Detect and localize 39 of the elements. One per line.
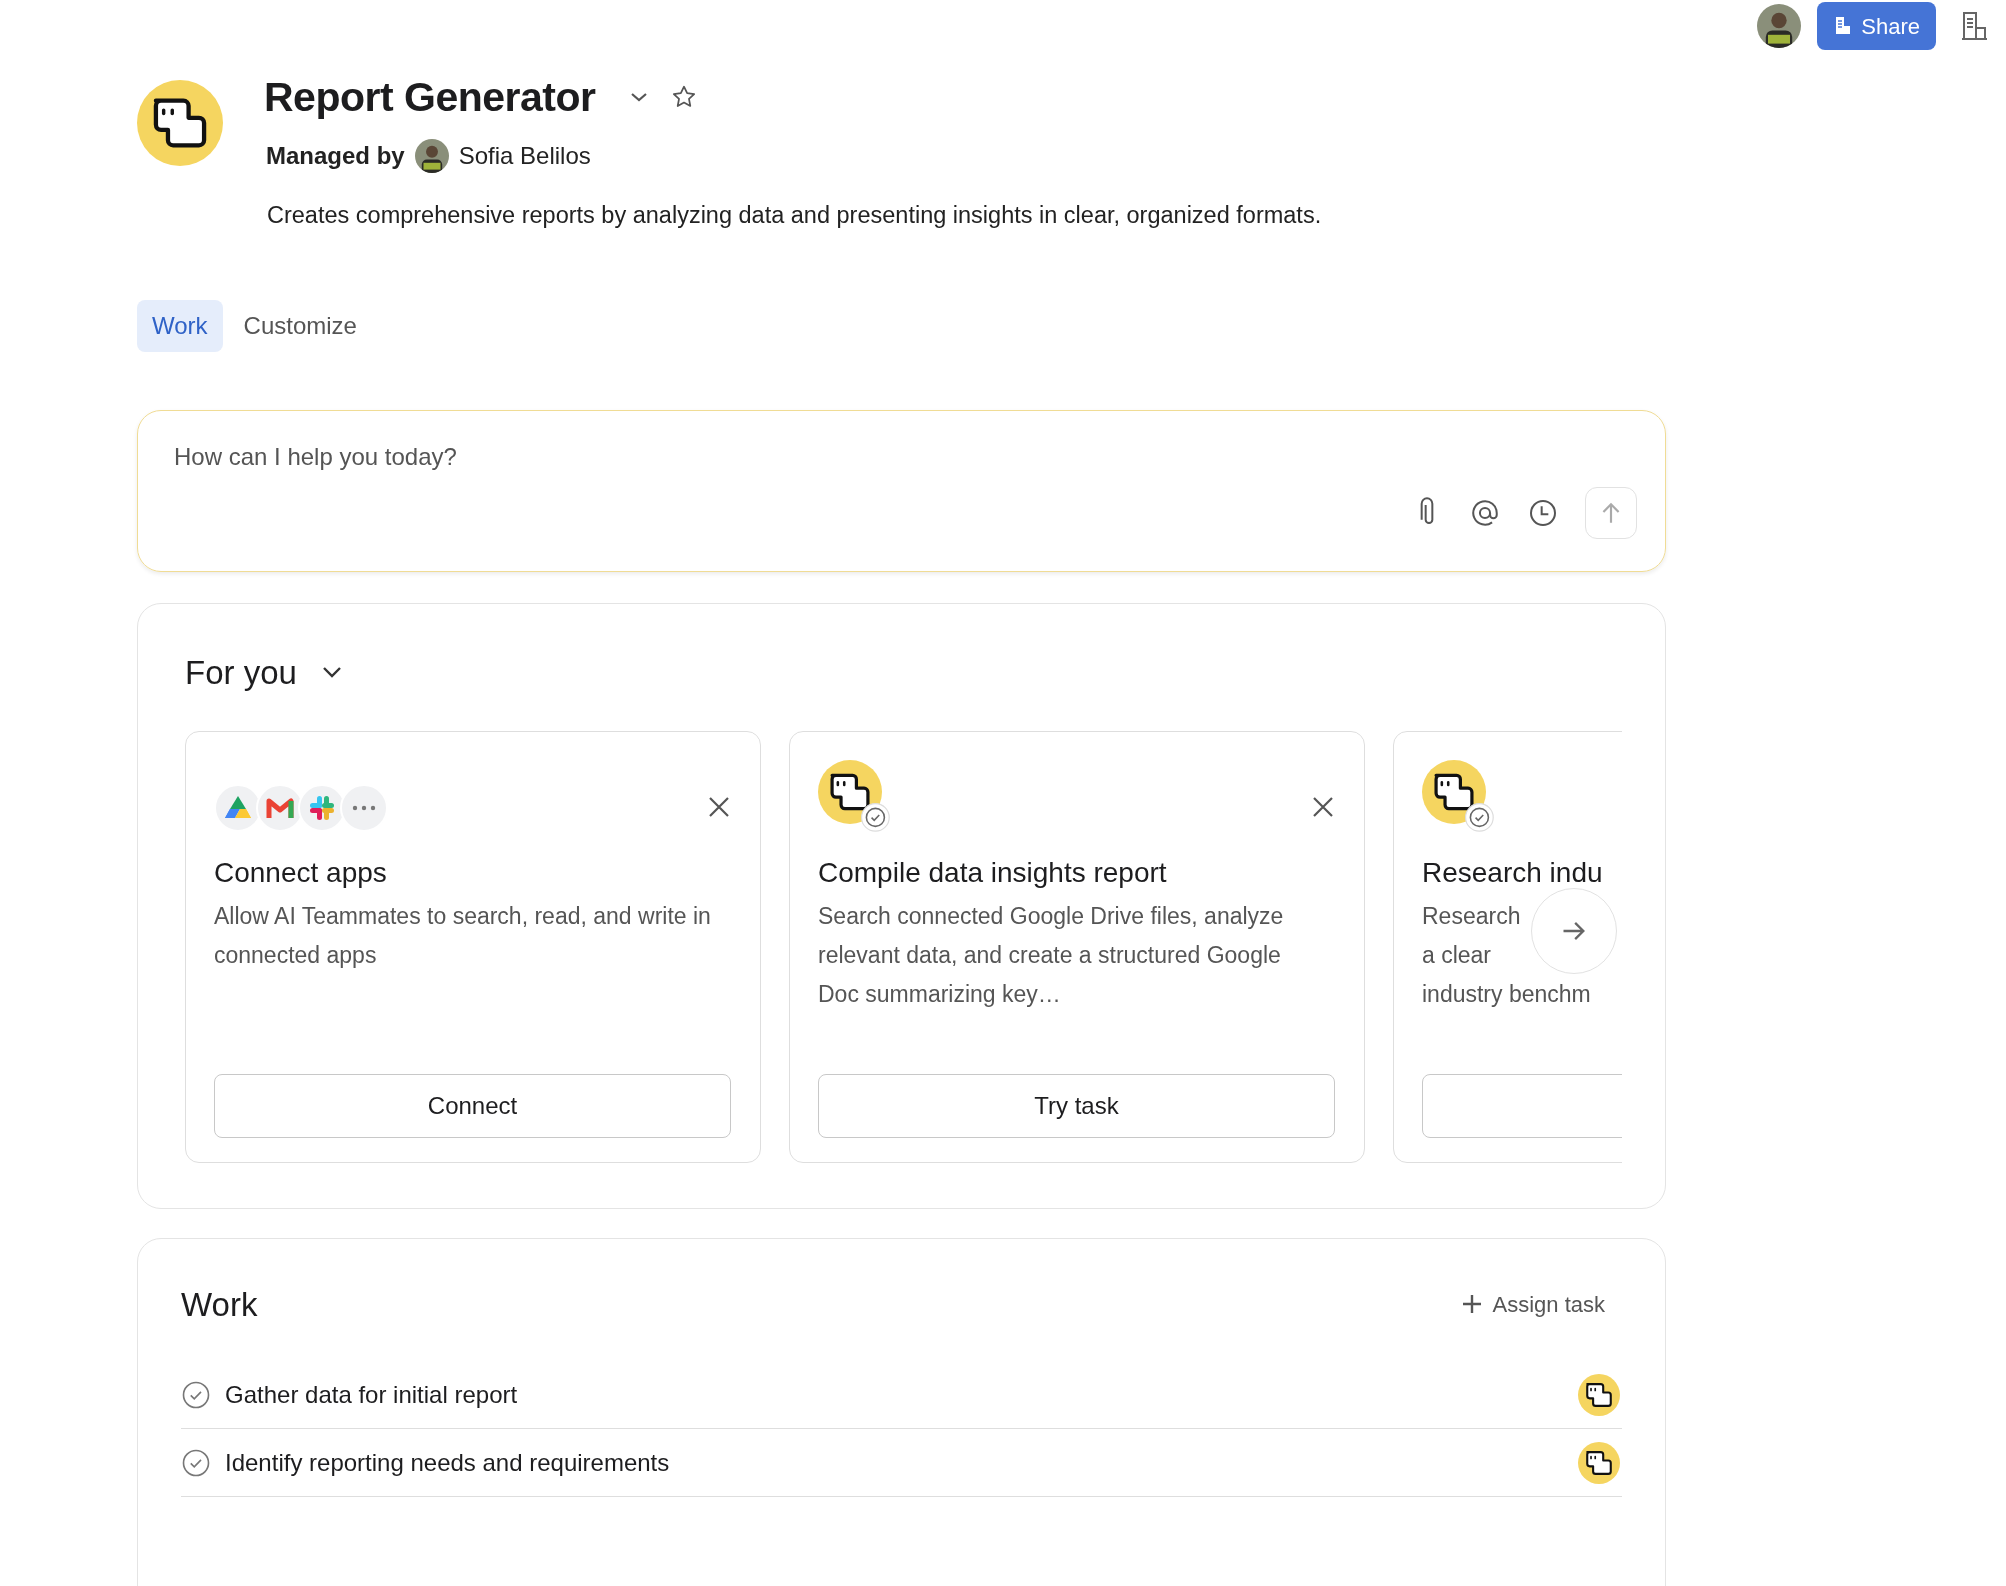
close-icon[interactable] bbox=[708, 796, 730, 819]
card-description-line: Research bbox=[1422, 902, 1521, 932]
check-circle-icon[interactable] bbox=[181, 1379, 211, 1410]
card-description-line: industry benchm bbox=[1422, 980, 1591, 1010]
avatar bbox=[1757, 4, 1802, 48]
tab[interactable]: Work bbox=[137, 300, 223, 353]
prompt-field[interactable]: How can I help you today? bbox=[174, 439, 1629, 476]
manager-name: Sofia Belilos bbox=[458, 141, 591, 171]
avatar bbox=[414, 139, 449, 173]
tab[interactable]: Customize bbox=[228, 300, 372, 353]
card-action-button[interactable]: Try task bbox=[818, 1074, 1335, 1139]
managed-by-label: Managed by bbox=[266, 141, 405, 171]
agent-avatar-icon bbox=[1578, 1373, 1620, 1416]
star-icon[interactable] bbox=[671, 84, 698, 110]
prompt-box[interactable]: How can I help you today? bbox=[137, 410, 1666, 573]
section-title: Work bbox=[181, 1284, 258, 1325]
agent-description: Creates comprehensive reports by analyzing data and presenting insights in clear, organized formats. bbox=[267, 201, 1322, 230]
agent-avatar-icon bbox=[818, 760, 890, 832]
close-icon[interactable] bbox=[1312, 796, 1334, 819]
card-action-button[interactable]: Connect bbox=[214, 1074, 731, 1139]
card-title: Research indu bbox=[1422, 856, 1604, 891]
task-title: Identify reporting needs and requirements bbox=[225, 1447, 670, 1478]
plus-icon bbox=[1460, 1293, 1483, 1316]
agent-avatar-icon bbox=[137, 80, 223, 166]
card-description: Search connected Google Drive files, analyze relevant data, and create a structured Google Doc summarizing key… bbox=[818, 902, 1285, 1010]
building-icon[interactable] bbox=[1960, 11, 1990, 41]
chevron-down-icon[interactable] bbox=[320, 665, 343, 680]
share-button[interactable]: Share bbox=[1817, 2, 1936, 50]
card-title: Compile data insights report bbox=[818, 856, 1168, 891]
task-title: Gather data for initial report bbox=[225, 1379, 518, 1410]
section-title: For you bbox=[185, 652, 297, 693]
card-title: Connect apps bbox=[214, 856, 388, 891]
assign-task-button[interactable]: Assign task bbox=[1460, 1287, 1605, 1321]
check-circle-icon[interactable] bbox=[181, 1447, 211, 1478]
card-description-line: a clear bbox=[1422, 941, 1492, 971]
agent-avatar-icon bbox=[1578, 1441, 1620, 1484]
agent-title: Report Generator bbox=[264, 73, 596, 122]
agent-avatar-icon bbox=[1422, 760, 1494, 832]
card-description: Allow AI Teammates to search, read, and write in connected apps bbox=[214, 902, 712, 971]
